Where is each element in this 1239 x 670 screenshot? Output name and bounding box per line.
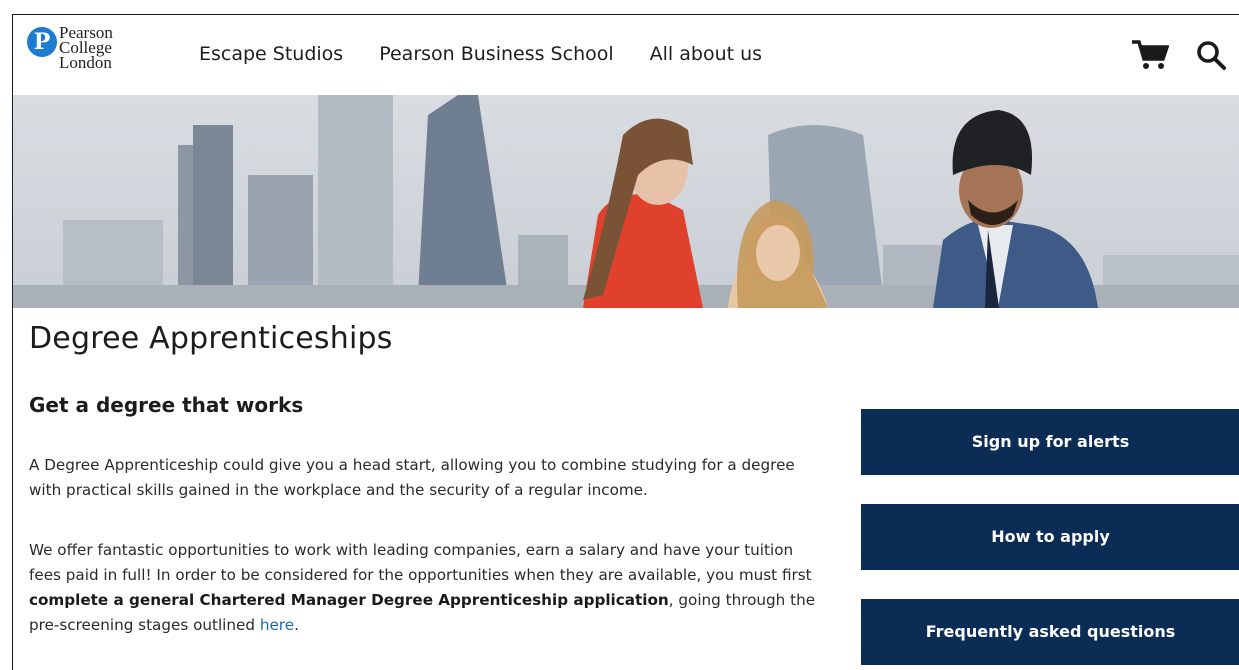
- nav-all-about-us[interactable]: All about us: [650, 43, 762, 65]
- main-nav: Escape Studios Pearson Business School A…: [199, 43, 762, 65]
- intro-paragraph: A Degree Apprenticeship could give you a…: [29, 456, 795, 499]
- logo-text: Pearson College London: [59, 24, 113, 72]
- details-paragraph: We offer fantastic opportunities to work…: [29, 538, 829, 638]
- details-text-end: .: [294, 616, 299, 634]
- search-icon[interactable]: [1195, 39, 1227, 71]
- faq-button[interactable]: Frequently asked questions: [861, 599, 1239, 665]
- details-text-start: We offer fantastic opportunities to work…: [29, 541, 812, 584]
- cart-icon[interactable]: [1131, 39, 1170, 71]
- how-to-apply-button[interactable]: How to apply: [861, 504, 1239, 570]
- nav-escape-studios[interactable]: Escape Studios: [199, 43, 343, 65]
- site-header: P Pearson College London Escape Studios …: [13, 15, 1239, 95]
- details-bold-text: complete a general Chartered Manager Deg…: [29, 591, 669, 609]
- page-title: Degree Apprenticeships: [29, 321, 393, 356]
- browser-page: P Pearson College London Escape Studios …: [12, 14, 1239, 670]
- pearson-college-logo[interactable]: P Pearson College London: [27, 24, 137, 85]
- nav-pearson-business-school[interactable]: Pearson Business School: [379, 43, 613, 65]
- pearson-logo-icon: P: [27, 27, 57, 57]
- logo-line-3: London: [59, 53, 112, 72]
- sign-up-for-alerts-button[interactable]: Sign up for alerts: [861, 409, 1239, 475]
- subheading: Get a degree that works: [29, 393, 304, 417]
- here-link[interactable]: here: [260, 616, 294, 634]
- hero-image: [13, 95, 1239, 308]
